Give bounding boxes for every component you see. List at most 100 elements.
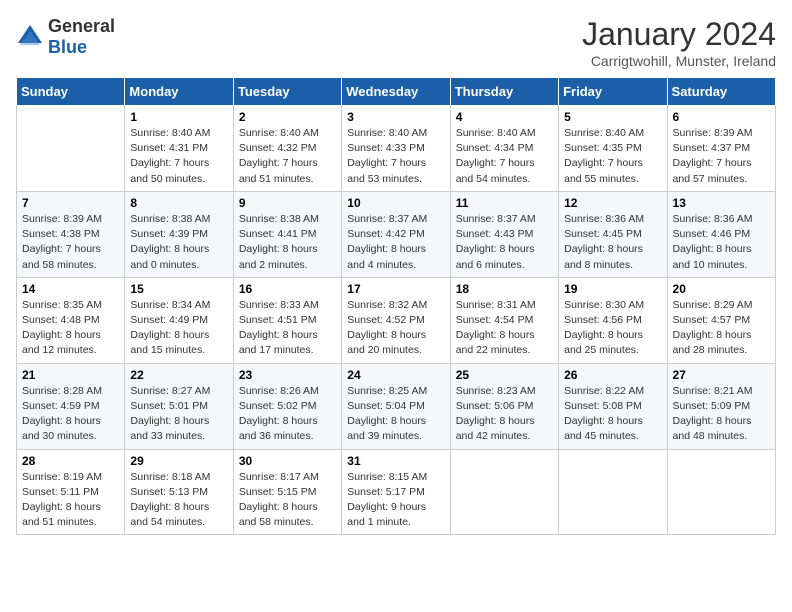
calendar-cell: 31 Sunrise: 8:15 AMSunset: 5:17 PMDayligh…: [342, 449, 450, 535]
page-header: General Blue January 2024 Carrigtwohill,…: [16, 16, 776, 69]
calendar-cell: 11 Sunrise: 8:37 AMSunset: 4:43 PMDayligh…: [450, 191, 558, 277]
day-number: 15: [130, 282, 227, 296]
day-info: Sunrise: 8:38 AMSunset: 4:39 PMDaylight:…: [130, 212, 227, 273]
day-info: Sunrise: 8:40 AMSunset: 4:32 PMDaylight:…: [239, 126, 336, 187]
calendar-week-row: 7Sunrise: 8:39 AMSunset: 4:38 PMDaylight…: [17, 191, 776, 277]
day-number: 20: [673, 282, 770, 296]
day-number: 28: [22, 454, 119, 468]
day-info: Sunrise: 8:37 AMSunset: 4:43 PMDaylight:…: [456, 212, 553, 273]
day-number: 17: [347, 282, 444, 296]
day-number: 4: [456, 110, 553, 124]
day-number: 8: [130, 196, 227, 210]
day-number: 10: [347, 196, 444, 210]
calendar-cell: 2 Sunrise: 8:40 AMSunset: 4:32 PMDaylight…: [233, 106, 341, 192]
calendar-cell: [667, 449, 775, 535]
calendar-cell: 1Sunrise: 8:40 AMSunset: 4:31 PMDaylight…: [125, 106, 233, 192]
day-number: 5: [564, 110, 661, 124]
day-info: Sunrise: 8:36 AMSunset: 4:46 PMDaylight:…: [673, 212, 770, 273]
calendar-cell: 24 Sunrise: 8:25 AMSunset: 5:04 PMDayligh…: [342, 363, 450, 449]
day-info: Sunrise: 8:25 AMSunset: 5:04 PMDaylight:…: [347, 384, 444, 445]
day-number: 29: [130, 454, 227, 468]
day-number: 7: [22, 196, 119, 210]
day-number: 1: [130, 110, 227, 124]
calendar-cell: [17, 106, 125, 192]
calendar-cell: 4 Sunrise: 8:40 AMSunset: 4:34 PMDaylight…: [450, 106, 558, 192]
day-number: 13: [673, 196, 770, 210]
day-number: 30: [239, 454, 336, 468]
day-number: 3: [347, 110, 444, 124]
weekday-header-friday: Friday: [559, 78, 667, 106]
calendar-cell: 10 Sunrise: 8:37 AMSunset: 4:42 PMDayligh…: [342, 191, 450, 277]
title-block: January 2024 Carrigtwohill, Munster, Ire…: [582, 16, 776, 69]
calendar-cell: 30Sunrise: 8:17 AMSunset: 5:15 PMDayligh…: [233, 449, 341, 535]
day-info: Sunrise: 8:22 AMSunset: 5:08 PMDaylight:…: [564, 384, 661, 445]
day-number: 24: [347, 368, 444, 382]
day-info: Sunrise: 8:28 AMSunset: 4:59 PMDaylight:…: [22, 384, 119, 445]
calendar-cell: 20 Sunrise: 8:29 AMSunset: 4:57 PMDayligh…: [667, 277, 775, 363]
calendar-week-row: 28 Sunrise: 8:19 AMSunset: 5:11 PMDayligh…: [17, 449, 776, 535]
day-info: Sunrise: 8:27 AMSunset: 5:01 PMDaylight:…: [130, 384, 227, 445]
calendar-cell: 15Sunrise: 8:34 AMSunset: 4:49 PMDayligh…: [125, 277, 233, 363]
day-info: Sunrise: 8:40 AMSunset: 4:35 PMDaylight:…: [564, 126, 661, 187]
calendar-cell: 3 Sunrise: 8:40 AMSunset: 4:33 PMDaylight…: [342, 106, 450, 192]
day-number: 23: [239, 368, 336, 382]
day-number: 12: [564, 196, 661, 210]
day-info: Sunrise: 8:38 AMSunset: 4:41 PMDaylight:…: [239, 212, 336, 273]
day-info: Sunrise: 8:31 AMSunset: 4:54 PMDaylight:…: [456, 298, 553, 359]
day-info: Sunrise: 8:26 AMSunset: 5:02 PMDaylight:…: [239, 384, 336, 445]
weekday-header-monday: Monday: [125, 78, 233, 106]
day-info: Sunrise: 8:40 AMSunset: 4:33 PMDaylight:…: [347, 126, 444, 187]
calendar-cell: 23 Sunrise: 8:26 AMSunset: 5:02 PMDayligh…: [233, 363, 341, 449]
day-info: Sunrise: 8:23 AMSunset: 5:06 PMDaylight:…: [456, 384, 553, 445]
day-info: Sunrise: 8:39 AMSunset: 4:37 PMDaylight:…: [673, 126, 770, 187]
calendar-cell: [450, 449, 558, 535]
day-info: Sunrise: 8:33 AMSunset: 4:51 PMDaylight:…: [239, 298, 336, 359]
calendar-cell: 27 Sunrise: 8:21 AMSunset: 5:09 PMDayligh…: [667, 363, 775, 449]
day-info: Sunrise: 8:37 AMSunset: 4:42 PMDaylight:…: [347, 212, 444, 273]
day-number: 14: [22, 282, 119, 296]
weekday-header-sunday: Sunday: [17, 78, 125, 106]
day-number: 26: [564, 368, 661, 382]
calendar-header-row: SundayMondayTuesdayWednesdayThursdayFrid…: [17, 78, 776, 106]
day-number: 25: [456, 368, 553, 382]
calendar-cell: 9 Sunrise: 8:38 AMSunset: 4:41 PMDaylight…: [233, 191, 341, 277]
weekday-header-thursday: Thursday: [450, 78, 558, 106]
calendar-cell: 17Sunrise: 8:32 AMSunset: 4:52 PMDayligh…: [342, 277, 450, 363]
day-number: 11: [456, 196, 553, 210]
calendar-table: SundayMondayTuesdayWednesdayThursdayFrid…: [16, 77, 776, 535]
day-info: Sunrise: 8:18 AMSunset: 5:13 PMDaylight:…: [130, 470, 227, 531]
calendar-cell: 19 Sunrise: 8:30 AMSunset: 4:56 PMDayligh…: [559, 277, 667, 363]
calendar-cell: 28 Sunrise: 8:19 AMSunset: 5:11 PMDayligh…: [17, 449, 125, 535]
day-number: 21: [22, 368, 119, 382]
calendar-cell: 8 Sunrise: 8:38 AMSunset: 4:39 PMDaylight…: [125, 191, 233, 277]
day-number: 18: [456, 282, 553, 296]
day-number: 19: [564, 282, 661, 296]
day-number: 16: [239, 282, 336, 296]
weekday-header-tuesday: Tuesday: [233, 78, 341, 106]
location: Carrigtwohill, Munster, Ireland: [582, 53, 776, 69]
calendar-cell: [559, 449, 667, 535]
calendar-week-row: 14 Sunrise: 8:35 AMSunset: 4:48 PMDayligh…: [17, 277, 776, 363]
day-number: 27: [673, 368, 770, 382]
day-number: 31: [347, 454, 444, 468]
weekday-header-wednesday: Wednesday: [342, 78, 450, 106]
day-info: Sunrise: 8:21 AMSunset: 5:09 PMDaylight:…: [673, 384, 770, 445]
day-info: Sunrise: 8:30 AMSunset: 4:56 PMDaylight:…: [564, 298, 661, 359]
day-number: 9: [239, 196, 336, 210]
month-title: January 2024: [582, 16, 776, 53]
day-info: Sunrise: 8:29 AMSunset: 4:57 PMDaylight:…: [673, 298, 770, 359]
calendar-cell: 18 Sunrise: 8:31 AMSunset: 4:54 PMDayligh…: [450, 277, 558, 363]
calendar-week-row: 21 Sunrise: 8:28 AMSunset: 4:59 PMDayligh…: [17, 363, 776, 449]
day-info: Sunrise: 8:40 AMSunset: 4:34 PMDaylight:…: [456, 126, 553, 187]
calendar-cell: 5 Sunrise: 8:40 AMSunset: 4:35 PMDaylight…: [559, 106, 667, 192]
weekday-header-saturday: Saturday: [667, 78, 775, 106]
calendar-cell: 6Sunrise: 8:39 AMSunset: 4:37 PMDaylight…: [667, 106, 775, 192]
day-info: Sunrise: 8:35 AMSunset: 4:48 PMDaylight:…: [22, 298, 119, 359]
day-number: 2: [239, 110, 336, 124]
day-info: Sunrise: 8:19 AMSunset: 5:11 PMDaylight:…: [22, 470, 119, 531]
calendar-cell: 22Sunrise: 8:27 AMSunset: 5:01 PMDayligh…: [125, 363, 233, 449]
day-info: Sunrise: 8:15 AMSunset: 5:17 PMDaylight:…: [347, 470, 444, 531]
calendar-cell: 13 Sunrise: 8:36 AMSunset: 4:46 PMDayligh…: [667, 191, 775, 277]
calendar-cell: 7Sunrise: 8:39 AMSunset: 4:38 PMDaylight…: [17, 191, 125, 277]
calendar-cell: 12Sunrise: 8:36 AMSunset: 4:45 PMDayligh…: [559, 191, 667, 277]
